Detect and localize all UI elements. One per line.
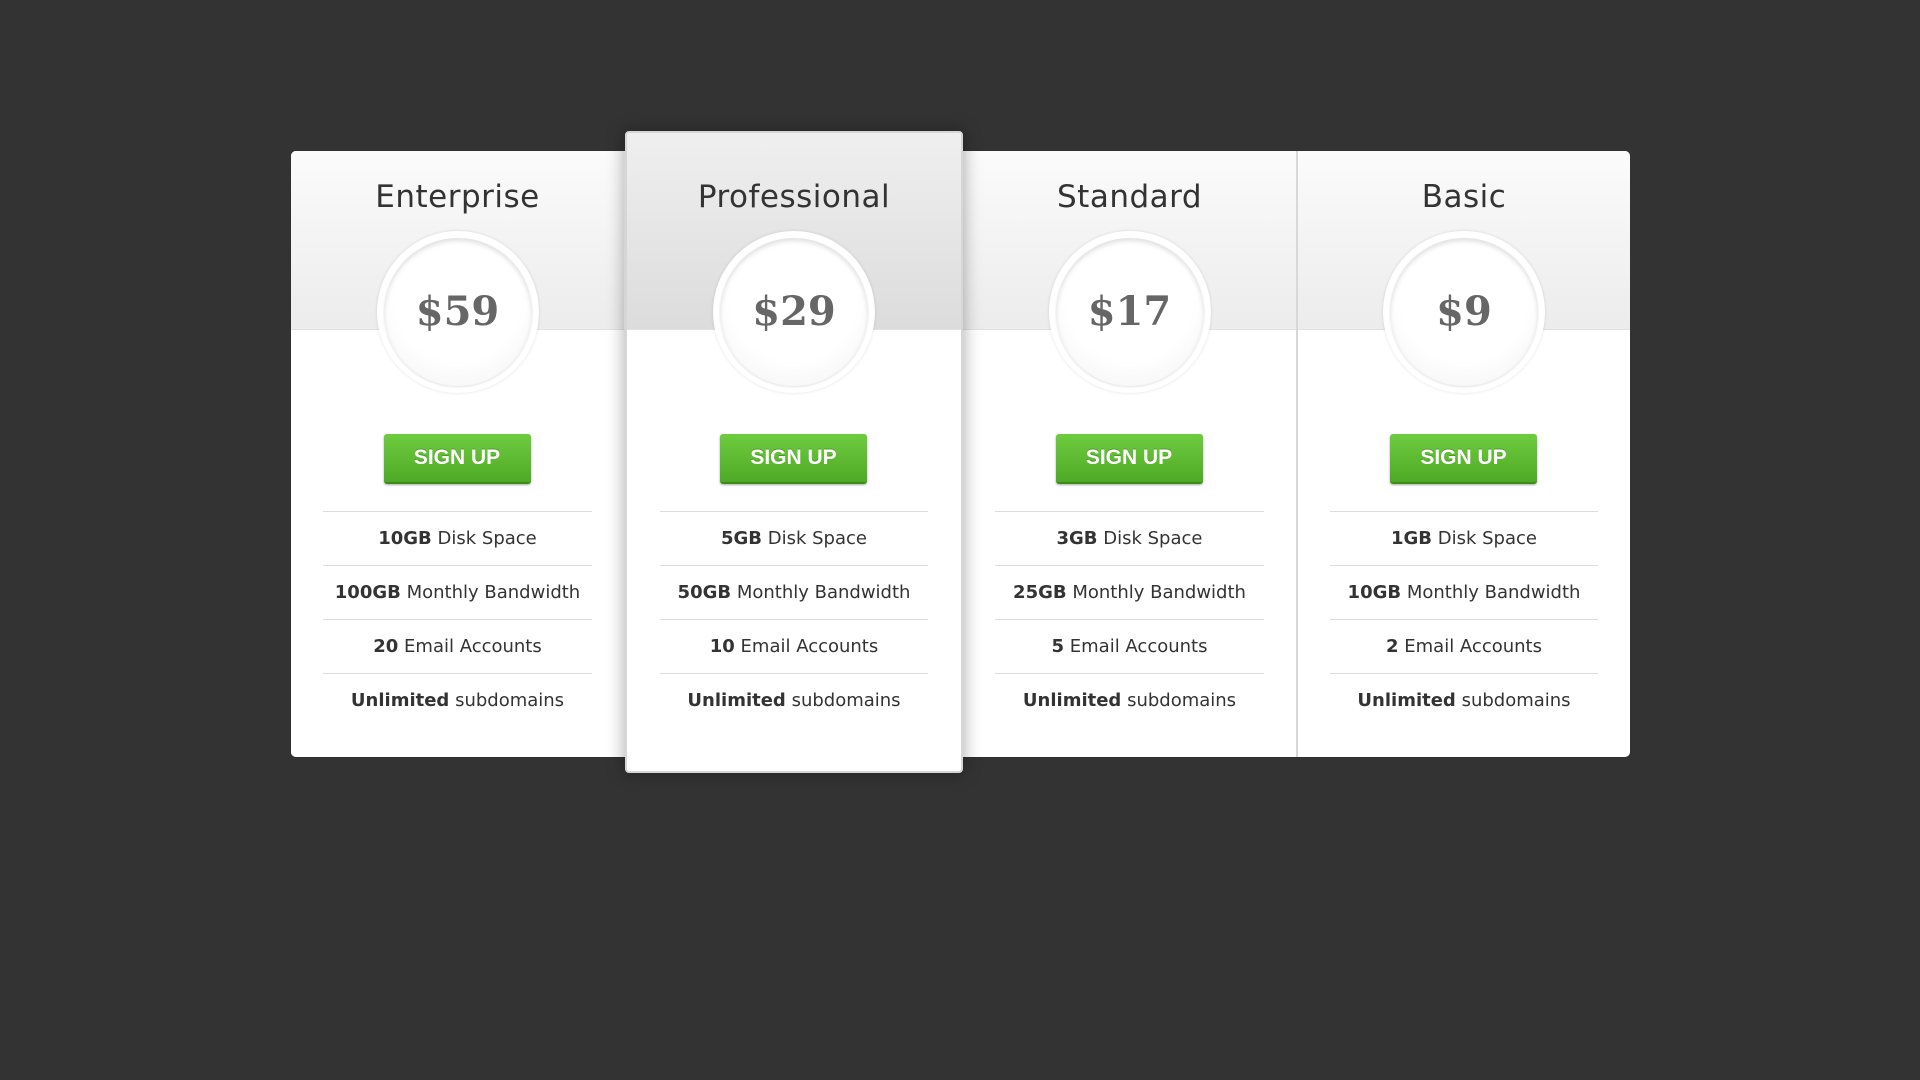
price-badge: $59 <box>376 231 539 393</box>
feature-label: Email Accounts <box>1069 636 1208 657</box>
feature-label: Email Accounts <box>404 636 542 657</box>
plan-price: $29 <box>752 288 836 335</box>
feature-value: 100GB <box>334 582 401 603</box>
price-badge: $29 <box>713 231 875 393</box>
feature-value: 10GB <box>378 528 432 549</box>
feature-value: 25GB <box>1013 582 1067 603</box>
feature-value: 5GB <box>720 528 763 549</box>
feature-email-accounts: 2 Email Accounts <box>1330 619 1598 673</box>
feature-subdomains: Unlimited subdomains <box>323 673 592 727</box>
price-badge: $9 <box>1383 231 1545 393</box>
feature-list: 5GB Disk Space 50GB Monthly Bandwidth 10… <box>660 511 928 727</box>
feature-value: 2 <box>1386 636 1399 657</box>
feature-label: Disk Space <box>767 528 867 549</box>
feature-value: 50GB <box>677 582 732 603</box>
feature-value: 5 <box>1051 636 1065 657</box>
price-circle: $17 <box>1055 238 1204 386</box>
feature-label: Disk Space <box>1437 528 1537 549</box>
feature-email-accounts: 5 Email Accounts <box>995 619 1264 673</box>
feature-label: subdomains <box>791 690 901 711</box>
feature-bandwidth: 10GB Monthly Bandwidth <box>1330 565 1598 619</box>
feature-disk-space: 10GB Disk Space <box>323 511 592 565</box>
plan-standard: Standard $17 SIGN UP 3GB Disk Space 25GB… <box>963 151 1296 757</box>
feature-label: Disk Space <box>1103 528 1203 549</box>
feature-label: Monthly Bandwidth <box>736 582 911 603</box>
plan-price: $17 <box>1087 288 1172 335</box>
feature-email-accounts: 10 Email Accounts <box>660 619 928 673</box>
feature-value: Unlimited <box>1357 690 1456 711</box>
feature-subdomains: Unlimited subdomains <box>1330 673 1598 727</box>
signup-button[interactable]: SIGN UP <box>383 434 531 484</box>
feature-bandwidth: 100GB Monthly Bandwidth <box>323 565 592 619</box>
price-badge: $17 <box>1048 231 1211 393</box>
feature-disk-space: 5GB Disk Space <box>660 511 928 565</box>
feature-email-accounts: 20 Email Accounts <box>323 619 592 673</box>
feature-list: 3GB Disk Space 25GB Monthly Bandwidth 5 … <box>995 511 1264 727</box>
plan-basic: Basic $9 SIGN UP 1GB Disk Space 10GB Mon… <box>1296 151 1630 757</box>
plan-price: $59 <box>415 288 500 335</box>
plan-professional: Professional $29 SIGN UP 5GB Disk Space … <box>625 131 963 773</box>
plan-price: $9 <box>1436 288 1492 335</box>
feature-label: Email Accounts <box>1404 636 1542 657</box>
feature-value: 20 <box>373 636 399 657</box>
feature-subdomains: Unlimited subdomains <box>660 673 928 727</box>
price-circle: $29 <box>720 238 868 386</box>
feature-label: Monthly Bandwidth <box>1406 582 1581 603</box>
feature-value: 1GB <box>1390 528 1433 549</box>
feature-value: Unlimited <box>687 690 786 711</box>
feature-label: subdomains <box>1461 690 1571 711</box>
feature-label: Disk Space <box>437 528 537 549</box>
feature-label: Monthly Bandwidth <box>406 582 581 603</box>
price-circle: $9 <box>1390 238 1538 386</box>
signup-button[interactable]: SIGN UP <box>720 434 867 484</box>
signup-button[interactable]: SIGN UP <box>1055 434 1203 484</box>
feature-bandwidth: 50GB Monthly Bandwidth <box>660 565 928 619</box>
feature-value: Unlimited <box>350 690 450 711</box>
feature-subdomains: Unlimited subdomains <box>995 673 1264 727</box>
price-circle: $59 <box>383 238 532 386</box>
feature-value: Unlimited <box>1022 690 1122 711</box>
feature-label: subdomains <box>1127 690 1237 711</box>
feature-list: 10GB Disk Space 100GB Monthly Bandwidth … <box>323 511 592 727</box>
feature-label: Email Accounts <box>740 636 879 657</box>
feature-list: 1GB Disk Space 10GB Monthly Bandwidth 2 … <box>1330 511 1598 727</box>
plan-enterprise: Enterprise $59 SIGN UP 10GB Disk Space 1… <box>291 151 624 757</box>
feature-bandwidth: 25GB Monthly Bandwidth <box>995 565 1264 619</box>
plan-name: Standard <box>1056 179 1203 215</box>
plan-name: Enterprise <box>375 179 540 215</box>
feature-disk-space: 1GB Disk Space <box>1330 511 1598 565</box>
plan-name: Basic <box>1421 179 1507 215</box>
feature-value: 10 <box>709 636 735 657</box>
feature-label: Monthly Bandwidth <box>1072 582 1246 603</box>
feature-label: subdomains <box>455 690 565 711</box>
feature-value: 10GB <box>1347 582 1402 603</box>
feature-value: 3GB <box>1056 528 1098 549</box>
plan-name: Professional <box>697 179 891 215</box>
signup-button[interactable]: SIGN UP <box>1390 434 1537 484</box>
feature-disk-space: 3GB Disk Space <box>995 511 1264 565</box>
